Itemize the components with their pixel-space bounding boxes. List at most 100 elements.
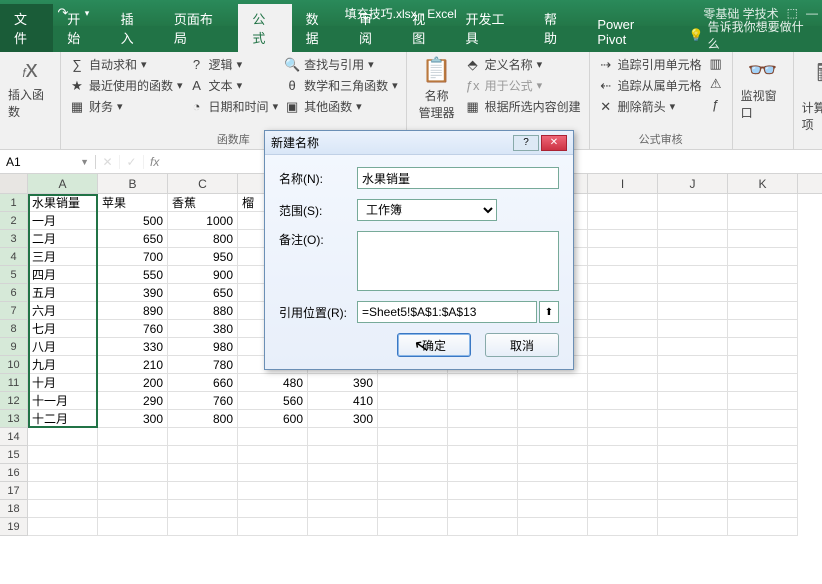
cell[interactable]: 一月 [28, 212, 98, 230]
cell[interactable] [658, 356, 728, 374]
math-button[interactable]: θ数学和三角函数 ▾ [284, 77, 398, 94]
cell[interactable] [518, 374, 588, 392]
comment-textarea[interactable] [357, 231, 559, 291]
tab-file[interactable]: 文件 [0, 4, 53, 52]
lookup-button[interactable]: 🔍查找与引用 ▾ [284, 56, 398, 73]
cell[interactable]: 300 [308, 410, 378, 428]
cell[interactable] [308, 446, 378, 464]
watch-window-button[interactable]: 👓 监视窗口 [741, 56, 785, 121]
row-header-5[interactable]: 5 [0, 266, 28, 284]
cell[interactable] [518, 464, 588, 482]
cell[interactable] [588, 302, 658, 320]
cell[interactable] [518, 500, 588, 518]
cell[interactable] [238, 464, 308, 482]
name-manager-button[interactable]: 📋 名称 管理器 [415, 56, 459, 121]
cell[interactable]: 760 [98, 320, 168, 338]
cell[interactable] [238, 482, 308, 500]
cell[interactable] [728, 266, 798, 284]
financial-button[interactable]: ▦财务 ▾ [69, 98, 183, 115]
cell[interactable]: 300 [98, 410, 168, 428]
row-header-13[interactable]: 13 [0, 410, 28, 428]
cell[interactable]: 210 [98, 356, 168, 374]
cell[interactable]: 五月 [28, 284, 98, 302]
cell[interactable] [658, 302, 728, 320]
name-box[interactable]: A1 ▼ [0, 155, 96, 169]
cell[interactable] [28, 500, 98, 518]
cell[interactable] [308, 428, 378, 446]
cell[interactable] [658, 410, 728, 428]
cell[interactable] [378, 392, 448, 410]
cell[interactable]: 十二月 [28, 410, 98, 428]
name-field-input[interactable] [357, 167, 559, 189]
cell[interactable] [448, 464, 518, 482]
cell[interactable] [658, 266, 728, 284]
namebox-dropdown-icon[interactable]: ▼ [80, 157, 89, 167]
cell[interactable] [308, 518, 378, 536]
cell[interactable]: 1000 [168, 212, 238, 230]
remove-arrows-button[interactable]: ✕删除箭头 ▾ [598, 98, 702, 115]
cell[interactable] [168, 446, 238, 464]
cell[interactable]: 800 [168, 230, 238, 248]
cell[interactable]: 480 [238, 374, 308, 392]
cell[interactable] [658, 392, 728, 410]
cancel-entry-icon[interactable]: ✕ [96, 155, 120, 169]
cell[interactable] [728, 500, 798, 518]
row-header-6[interactable]: 6 [0, 284, 28, 302]
row-header-12[interactable]: 12 [0, 392, 28, 410]
cell[interactable] [658, 248, 728, 266]
ref-collapse-icon[interactable]: ⬆ [539, 301, 559, 323]
cell[interactable]: 650 [98, 230, 168, 248]
cell[interactable] [728, 374, 798, 392]
cell[interactable]: 950 [168, 248, 238, 266]
cell[interactable]: 650 [168, 284, 238, 302]
cell[interactable] [448, 428, 518, 446]
evaluate-button[interactable]: ƒ [708, 96, 724, 112]
cell[interactable] [588, 446, 658, 464]
cell[interactable]: 900 [168, 266, 238, 284]
cell[interactable]: 三月 [28, 248, 98, 266]
cell[interactable] [588, 320, 658, 338]
cell[interactable] [728, 392, 798, 410]
cell[interactable] [728, 248, 798, 266]
cell[interactable] [378, 374, 448, 392]
cell[interactable]: 200 [98, 374, 168, 392]
cell[interactable] [28, 464, 98, 482]
cell[interactable]: 390 [98, 284, 168, 302]
row-header-9[interactable]: 9 [0, 338, 28, 356]
row-header-17[interactable]: 17 [0, 482, 28, 500]
cell[interactable] [588, 500, 658, 518]
tab-insert[interactable]: 插入 [107, 4, 160, 52]
cell[interactable] [168, 464, 238, 482]
cell[interactable] [168, 500, 238, 518]
cell[interactable] [378, 500, 448, 518]
col-header-B[interactable]: B [98, 174, 168, 193]
cell[interactable] [658, 230, 728, 248]
ok-button[interactable]: 确定 [397, 333, 471, 357]
cell[interactable] [518, 446, 588, 464]
autosum-button[interactable]: ∑自动求和 ▾ [69, 56, 183, 73]
cell[interactable]: 780 [168, 356, 238, 374]
cell[interactable] [238, 500, 308, 518]
define-name-button[interactable]: ⬘定义名称 ▾ [465, 56, 581, 73]
ref-field-input[interactable] [357, 301, 537, 323]
cell[interactable] [728, 320, 798, 338]
col-header-C[interactable]: C [168, 174, 238, 193]
cell[interactable]: 880 [168, 302, 238, 320]
cell[interactable] [728, 284, 798, 302]
col-header-I[interactable]: I [588, 174, 658, 193]
cell[interactable] [28, 428, 98, 446]
cell[interactable] [728, 356, 798, 374]
cell[interactable]: 九月 [28, 356, 98, 374]
tab-powerpivot[interactable]: Power Pivot [583, 12, 678, 52]
cell[interactable] [518, 518, 588, 536]
cell[interactable] [658, 284, 728, 302]
cell[interactable] [378, 428, 448, 446]
cell[interactable]: 香蕉 [168, 194, 238, 212]
row-header-16[interactable]: 16 [0, 464, 28, 482]
dialog-close-icon[interactable]: ✕ [541, 135, 567, 151]
cell[interactable]: 660 [168, 374, 238, 392]
row-header-1[interactable]: 1 [0, 194, 28, 212]
col-header-J[interactable]: J [658, 174, 728, 193]
cell[interactable] [308, 500, 378, 518]
cell[interactable] [728, 464, 798, 482]
